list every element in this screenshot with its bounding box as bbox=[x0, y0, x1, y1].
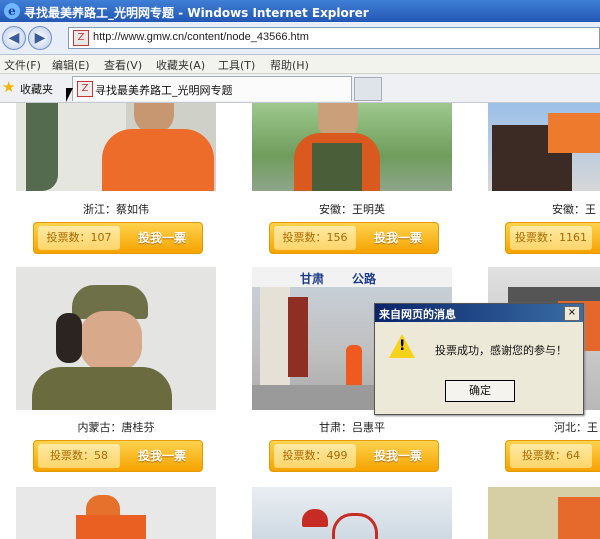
vote-bar-6: 投票数：64 投我一票 bbox=[505, 440, 600, 472]
card-caption-2: 安徽：王明英 bbox=[319, 203, 385, 216]
dialog-title: 来自网页的消息 bbox=[379, 308, 456, 321]
menu-help[interactable]: 帮助(H) bbox=[270, 57, 309, 73]
photo-1[interactable] bbox=[16, 103, 216, 191]
new-tab-button[interactable] bbox=[354, 77, 382, 101]
ie-logo-icon: e bbox=[4, 3, 20, 19]
site-favicon-icon: Z bbox=[73, 30, 89, 46]
tab-favicon-icon: Z bbox=[77, 81, 93, 97]
address-bar-area: ◀ ▶ Z http://www.gmw.cn/content/node_435… bbox=[0, 22, 600, 55]
vote-count-4: 投票数：58 bbox=[38, 444, 120, 468]
vote-bar-1: 投票数：107 投我一票 bbox=[33, 222, 203, 254]
vote-button-1[interactable]: 投我一票 bbox=[126, 226, 198, 250]
vote-bar-4: 投票数：58 投我一票 bbox=[33, 440, 203, 472]
dialog-close-icon[interactable]: × bbox=[564, 306, 580, 321]
photo-7[interactable] bbox=[16, 487, 216, 539]
photo-sign-left: 甘肃 bbox=[300, 272, 325, 286]
address-input[interactable]: Z http://www.gmw.cn/content/node_43566.h… bbox=[68, 27, 600, 49]
tab-title: 寻找最美养路工_光明网专题 bbox=[95, 84, 233, 97]
dialog-ok-button[interactable]: 确定 bbox=[445, 380, 515, 402]
menu-tools[interactable]: 工具(T) bbox=[218, 57, 255, 73]
vote-count-3: 投票数：1161 bbox=[510, 226, 592, 250]
card-caption-3: 安徽：王 bbox=[552, 203, 596, 216]
vote-button-5[interactable]: 投我一票 bbox=[362, 444, 434, 468]
vote-count-6: 投票数：64 bbox=[510, 444, 592, 468]
card-caption-6: 河北：王 bbox=[554, 421, 598, 434]
dialog-title-bar: 来自网页的消息 bbox=[375, 304, 583, 322]
vote-count-1: 投票数：107 bbox=[38, 226, 120, 250]
menu-favorites[interactable]: 收藏夹(A) bbox=[156, 57, 205, 73]
vote-button-4[interactable]: 投我一票 bbox=[126, 444, 198, 468]
menu-bar: 文件(F) 编辑(E) 查看(V) 收藏夹(A) 工具(T) 帮助(H) bbox=[0, 55, 600, 74]
menu-edit[interactable]: 编辑(E) bbox=[52, 57, 90, 73]
photo-4[interactable] bbox=[16, 267, 216, 410]
window-title: 寻找最美养路工_光明网专题 - Windows Internet Explore… bbox=[24, 6, 369, 20]
window-title-bar: e 寻找最美养路工_光明网专题 - Windows Internet Explo… bbox=[0, 0, 600, 22]
photo-3[interactable] bbox=[488, 103, 600, 191]
card-caption-5: 甘肃：吕惠平 bbox=[319, 421, 385, 434]
vote-bar-2: 投票数：156 投我一票 bbox=[269, 222, 439, 254]
browser-tab[interactable]: Z 寻找最美养路工_光明网专题 bbox=[72, 76, 352, 101]
vote-count-5: 投票数：499 bbox=[274, 444, 356, 468]
vote-count-2: 投票数：156 bbox=[274, 226, 356, 250]
warning-exclamation-icon: ! bbox=[399, 338, 406, 354]
menu-file[interactable]: 文件(F) bbox=[4, 57, 41, 73]
favorites-label[interactable]: 收藏夹 bbox=[20, 81, 53, 97]
vote-bar-3: 投票数：1161 投我一票 bbox=[505, 222, 600, 254]
star-icon[interactable]: ★ bbox=[2, 78, 15, 96]
message-dialog: 来自网页的消息 × ! 投票成功，感谢您的参与！ 确定 bbox=[374, 303, 584, 415]
menu-view[interactable]: 查看(V) bbox=[104, 57, 142, 73]
vote-bar-5: 投票数：499 投我一票 bbox=[269, 440, 439, 472]
vote-button-2[interactable]: 投我一票 bbox=[362, 226, 434, 250]
dialog-message: 投票成功，感谢您的参与！ bbox=[435, 344, 567, 357]
favorites-bar: ★ 收藏夹 Z 寻找最美养路工_光明网专题 bbox=[0, 74, 600, 103]
mouse-cursor-icon bbox=[66, 88, 73, 102]
address-url: http://www.gmw.cn/content/node_43566.htm bbox=[93, 31, 309, 43]
forward-arrow-icon[interactable]: ▶ bbox=[28, 26, 52, 50]
photo-8[interactable] bbox=[252, 487, 452, 539]
photo-sign-right: 公路 bbox=[352, 272, 377, 286]
back-arrow-icon[interactable]: ◀ bbox=[2, 26, 26, 50]
card-caption-1: 浙江：蔡如伟 bbox=[83, 203, 149, 216]
card-caption-4: 内蒙古：唐桂芬 bbox=[77, 421, 155, 434]
photo-9[interactable] bbox=[488, 487, 600, 539]
photo-2[interactable] bbox=[252, 103, 452, 191]
